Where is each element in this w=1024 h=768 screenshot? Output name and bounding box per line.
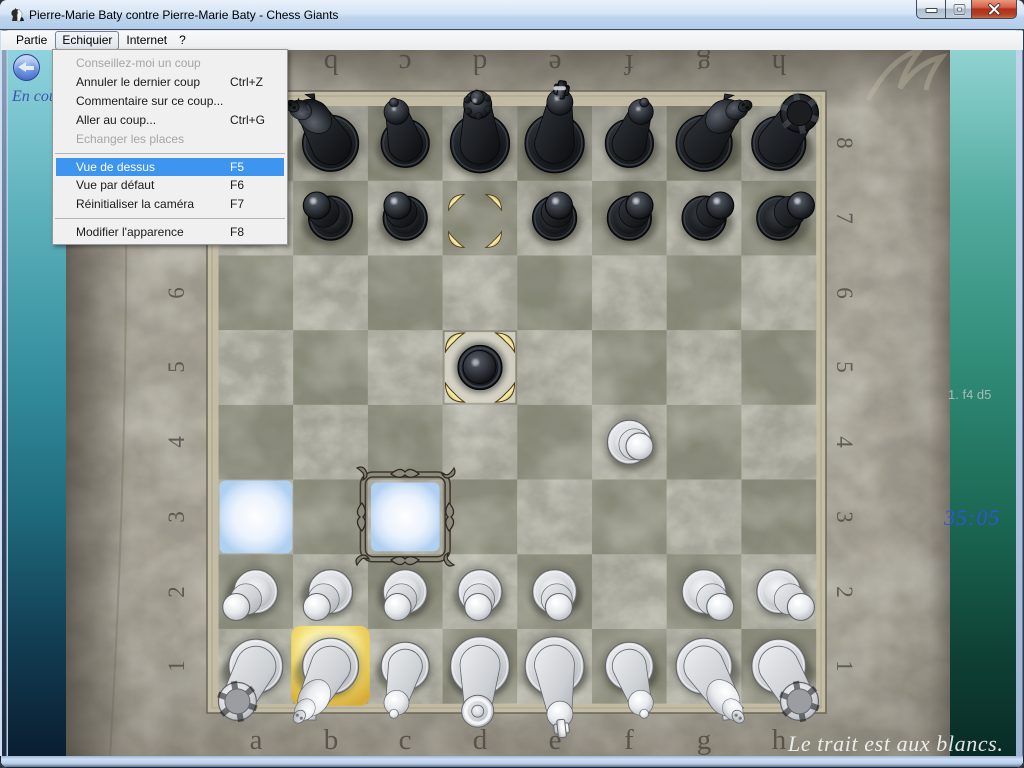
svg-text:3: 3 (832, 511, 857, 523)
svg-text:4: 4 (164, 436, 189, 448)
svg-text:3: 3 (164, 511, 189, 523)
svg-text:g: g (697, 50, 712, 80)
svg-text:b: b (324, 50, 339, 80)
svg-text:35:05: 35:05 (943, 505, 1000, 530)
svg-text:5: 5 (164, 361, 189, 373)
svg-text:b: b (324, 724, 339, 756)
svg-text:g: g (697, 724, 712, 756)
svg-text:a: a (250, 724, 263, 756)
svg-text:2: 2 (832, 586, 857, 598)
svg-text:c: c (399, 724, 412, 756)
svg-text:1. f4 d5: 1. f4 d5 (948, 387, 991, 402)
svg-text:8: 8 (832, 137, 857, 149)
svg-text:f: f (624, 50, 634, 80)
svg-text:h: h (771, 50, 786, 80)
svg-text:f: f (624, 724, 634, 756)
svg-text:6: 6 (164, 287, 189, 299)
svg-text:4: 4 (832, 436, 857, 448)
svg-text:1: 1 (832, 660, 857, 672)
svg-text:h: h (772, 724, 787, 756)
svg-text:5: 5 (832, 361, 857, 373)
svg-text:e: e (549, 50, 562, 80)
svg-text:Le trait est aux blancs.: Le trait est aux blancs. (787, 731, 1003, 756)
svg-text:d: d (473, 724, 488, 756)
svg-text:1: 1 (164, 660, 189, 672)
svg-text:6: 6 (832, 287, 857, 299)
svg-text:c: c (399, 50, 412, 80)
svg-text:2: 2 (164, 586, 189, 598)
svg-text:d: d (472, 50, 487, 80)
svg-text:7: 7 (832, 212, 857, 224)
